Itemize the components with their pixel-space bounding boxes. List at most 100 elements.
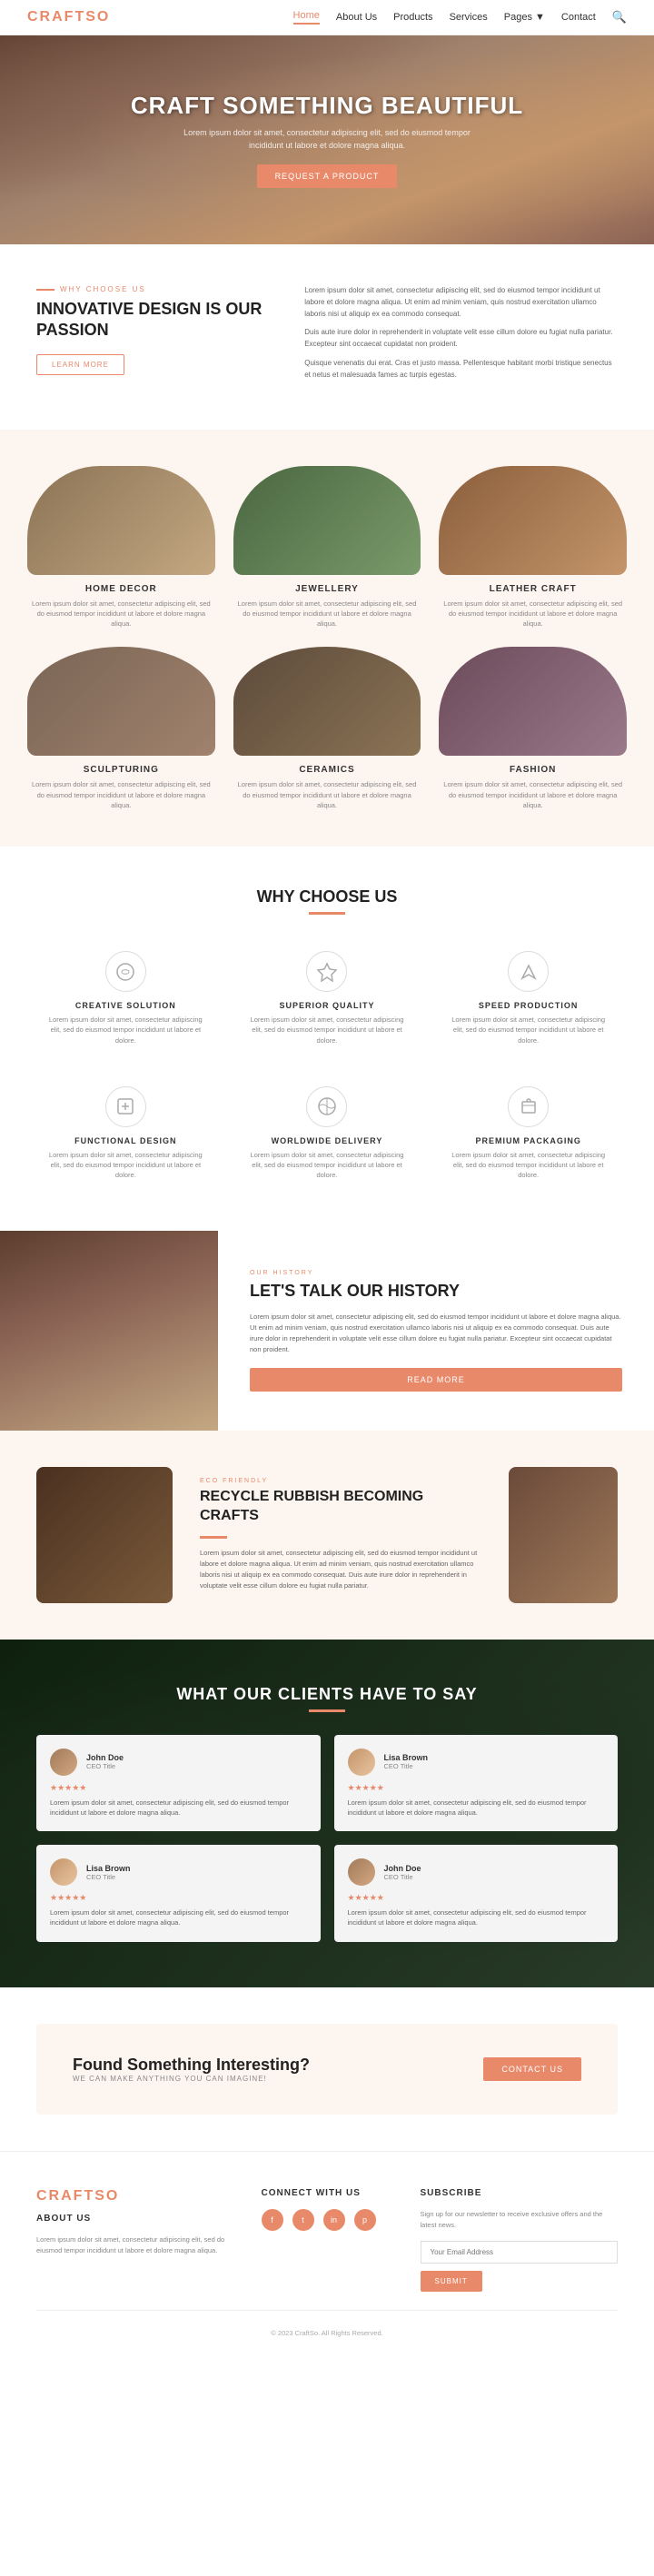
category-leather[interactable]: LEATHER CRAFT Lorem ipsum dolor sit amet… [439, 466, 627, 629]
hero-subtext: Lorem ipsum dolor sit amet, consectetur … [182, 127, 472, 152]
tcard-name-2: Lisa Brown [86, 1864, 131, 1873]
why-delivery: WORLDWIDE DELIVERY Lorem ipsum dolor sit… [238, 1077, 417, 1190]
cta-inner: Found Something Interesting? WE CAN MAKE… [36, 2024, 618, 2115]
avatar-3 [348, 1858, 375, 1886]
footer-grid: CRAFTSO ABOUT US Lorem ipsum dolor sit a… [36, 2188, 618, 2293]
logo: CRAFTSO [27, 9, 110, 25]
cat-img-ceramic [233, 647, 421, 756]
tcard-name-3: John Doe [384, 1864, 421, 1873]
twitter-icon[interactable]: t [292, 2209, 314, 2231]
cat-desc-4: Lorem ipsum dolor sit amet, consectetur … [233, 779, 421, 810]
recycle-divider [200, 1536, 227, 1539]
about-right: Lorem ipsum dolor sit amet, consectetur … [304, 285, 618, 389]
cta-section: Found Something Interesting? WE CAN MAKE… [0, 1987, 654, 2151]
facebook-icon[interactable]: f [262, 2209, 283, 2231]
cat-title-5: FASHION [439, 765, 627, 775]
subscribe-button[interactable]: SUBMIT [421, 2271, 482, 2292]
tcard-text-2: Lorem ipsum dolor sit amet, consectetur … [50, 1907, 307, 1928]
recycle-content: ECO FRIENDLY RECYCLE RUBBISH BECOMING CR… [200, 1478, 481, 1592]
category-fashion[interactable]: FASHION Lorem ipsum dolor sit amet, cons… [439, 647, 627, 810]
history-cta-button[interactable]: READ MORE [250, 1368, 622, 1392]
testimonials-content: WHAT OUR CLIENTS HAVE TO SAY John Doe CE… [36, 1685, 618, 1942]
nav-products[interactable]: Products [393, 12, 432, 23]
recycle-image-left [36, 1467, 173, 1603]
hero-cta-button[interactable]: REQUEST A PRODUCT [257, 164, 398, 188]
about-para2: Duis aute irure dolor in reprehenderit i… [304, 327, 618, 351]
why-title-3: FUNCTIONAL DESIGN [45, 1136, 206, 1145]
tcard-name-1: Lisa Brown [384, 1753, 429, 1762]
cat-title-2: LEATHER CRAFT [439, 584, 627, 594]
why-functional: FUNCTIONAL DESIGN Lorem ipsum dolor sit … [36, 1077, 215, 1190]
recycle-image-right [509, 1467, 618, 1603]
footer-subscribe-col: SUBSCRIBE Sign up for our newsletter to … [421, 2188, 619, 2293]
nav-services[interactable]: Services [450, 12, 488, 23]
testimonial-3: John Doe CEO Title ★★★★★ Lorem ipsum dol… [334, 1845, 619, 1942]
categories-section: HOME DECOR Lorem ipsum dolor sit amet, c… [0, 430, 654, 847]
subscribe-input[interactable] [421, 2241, 619, 2264]
category-jewellery[interactable]: JEWELLERY Lorem ipsum dolor sit amet, co… [233, 466, 421, 629]
history-section: OUR HISTORY LET'S TALK OUR HISTORY Lorem… [0, 1231, 654, 1431]
nav-contact[interactable]: Contact [561, 12, 596, 23]
tcard-stars-1: ★★★★★ [348, 1783, 605, 1793]
nav-home[interactable]: Home [293, 10, 320, 25]
footer-subscribe-desc: Sign up for our newsletter to receive ex… [421, 2209, 619, 2233]
search-icon[interactable]: 🔍 [612, 10, 627, 25]
tcard-header-0: John Doe CEO Title [50, 1749, 307, 1776]
cat-img-sculpt [27, 647, 215, 756]
footer: CRAFTSO ABOUT US Lorem ipsum dolor sit a… [0, 2151, 654, 2374]
about-cta-button[interactable]: LEARN MORE [36, 354, 124, 375]
social-icons: f t in p [262, 2209, 393, 2231]
pinterest-icon[interactable]: p [354, 2209, 376, 2231]
logo-craft: CRAFT [27, 9, 85, 25]
packaging-icon [508, 1086, 549, 1127]
testimonials-divider [309, 1709, 345, 1712]
footer-subscribe-title: SUBSCRIBE [421, 2188, 619, 2198]
why-grid: CREATIVE SOLUTION Lorem ipsum dolor sit … [36, 942, 618, 1190]
avatar-0 [50, 1749, 77, 1776]
cat-title-1: JEWELLERY [233, 584, 421, 594]
cta-text: Found Something Interesting? WE CAN MAKE… [73, 2056, 310, 2083]
testimonials-section: WHAT OUR CLIENTS HAVE TO SAY John Doe CE… [0, 1640, 654, 1987]
history-label: OUR HISTORY [250, 1270, 622, 1276]
creative-icon [105, 951, 146, 992]
categories-grid: HOME DECOR Lorem ipsum dolor sit amet, c… [27, 466, 627, 811]
cta-button[interactable]: CONTACT US [483, 2057, 581, 2081]
about-label: WHY CHOOSE US [36, 285, 277, 293]
footer-connect-title: CONNECT WITH US [262, 2188, 393, 2198]
cat-img-leather [439, 466, 627, 575]
why-speed: SPEED PRODUCTION Lorem ipsum dolor sit a… [439, 942, 618, 1055]
why-title-0: CREATIVE SOLUTION [45, 1001, 206, 1010]
footer-copyright: © 2023 CraftSo. All Rights Reserved. [36, 2310, 618, 2337]
tcard-stars-2: ★★★★★ [50, 1893, 307, 1903]
about-left: WHY CHOOSE US INNOVATIVE DESIGN IS OUR P… [36, 285, 277, 375]
tcard-role-3: CEO Title [384, 1873, 421, 1881]
category-ceramics[interactable]: CERAMICS Lorem ipsum dolor sit amet, con… [233, 647, 421, 810]
category-sculpting[interactable]: SCULPTURING Lorem ipsum dolor sit amet, … [27, 647, 215, 810]
testimonials-grid: John Doe CEO Title ★★★★★ Lorem ipsum dol… [36, 1735, 618, 1942]
cat-img-jewel [233, 466, 421, 575]
about-heading: INNOVATIVE DESIGN IS OUR PASSION [36, 299, 277, 342]
history-image [0, 1231, 218, 1431]
speed-icon [508, 951, 549, 992]
hero-section: CRAFT SOMETHING BEAUTIFUL Lorem ipsum do… [0, 35, 654, 244]
cat-desc-5: Lorem ipsum dolor sit amet, consectetur … [439, 779, 627, 810]
why-packaging: PREMIUM PACKAGING Lorem ipsum dolor sit … [439, 1077, 618, 1190]
why-desc-2: Lorem ipsum dolor sit amet, consectetur … [448, 1015, 609, 1045]
cat-title-3: SCULPTURING [27, 765, 215, 775]
instagram-icon[interactable]: in [323, 2209, 345, 2231]
cat-title-4: CERAMICS [233, 765, 421, 775]
quality-icon [306, 951, 347, 992]
why-quality: SUPERIOR QUALITY Lorem ipsum dolor sit a… [238, 942, 417, 1055]
avatar-1 [348, 1749, 375, 1776]
nav-pages[interactable]: Pages ▼ [504, 12, 545, 23]
tcard-role-0: CEO Title [86, 1762, 124, 1770]
testimonial-0: John Doe CEO Title ★★★★★ Lorem ipsum dol… [36, 1735, 321, 1832]
about-para3: Quisque venenatis dui erat. Cras et just… [304, 358, 618, 381]
recycle-label: ECO FRIENDLY [200, 1478, 481, 1484]
about-section: WHY CHOOSE US INNOVATIVE DESIGN IS OUR P… [0, 244, 654, 430]
tcard-stars-3: ★★★★★ [348, 1893, 605, 1903]
tcard-header-3: John Doe CEO Title [348, 1858, 605, 1886]
nav-about[interactable]: About Us [336, 12, 377, 23]
category-home-decor[interactable]: HOME DECOR Lorem ipsum dolor sit amet, c… [27, 466, 215, 629]
cat-desc-2: Lorem ipsum dolor sit amet, consectetur … [439, 599, 627, 629]
